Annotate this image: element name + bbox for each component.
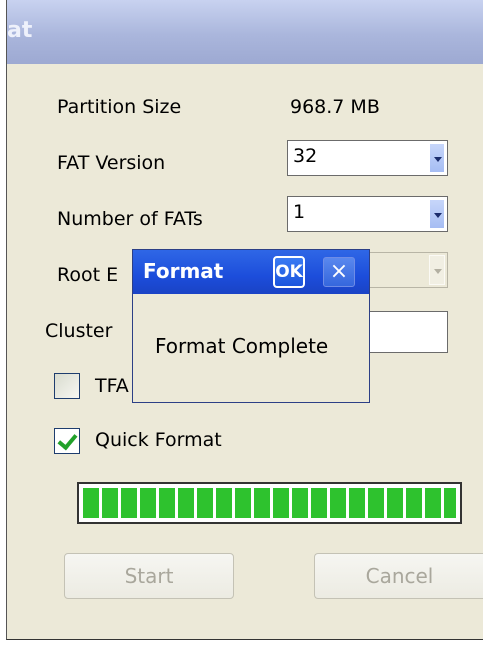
partition-size-value: 968.7 MB [290,96,380,118]
progress-bar [77,482,462,524]
tfat-label: TFA [95,375,129,397]
chevron-down-icon [429,255,445,285]
popup-message: Format Complete [155,334,329,358]
number-of-fats-label: Number of FATs [57,208,203,230]
start-button[interactable]: Start [64,553,234,599]
popup-title-bar[interactable]: Format OK × [133,250,369,294]
ok-button[interactable]: OK [273,256,305,288]
number-of-fats-value: 1 [293,201,306,223]
quick-format-label: Quick Format [95,429,222,451]
cluster-size-label: Cluster [45,320,113,342]
cancel-button[interactable]: Cancel [314,553,483,599]
format-complete-popup: Format OK × Format Complete [132,249,370,403]
format-dialog: at Partition Size 968.7 MB FAT Version 3… [6,0,483,640]
chevron-down-icon[interactable] [429,199,445,229]
partition-size-label: Partition Size [57,96,182,118]
progress-fill [83,488,456,518]
popup-title: Format [143,259,224,283]
title-bar[interactable]: at [7,0,483,64]
quick-format-checkbox[interactable] [54,428,80,454]
fat-version-value: 32 [293,145,318,167]
close-icon[interactable]: × [323,257,355,287]
fat-version-select[interactable]: 32 [287,140,448,176]
number-of-fats-select[interactable]: 1 [287,196,448,232]
chevron-down-icon[interactable] [429,143,445,173]
fat-version-label: FAT Version [57,152,166,174]
window-title: at [7,18,33,43]
root-entries-label: Root E [57,264,119,286]
tfat-checkbox[interactable] [54,373,80,399]
